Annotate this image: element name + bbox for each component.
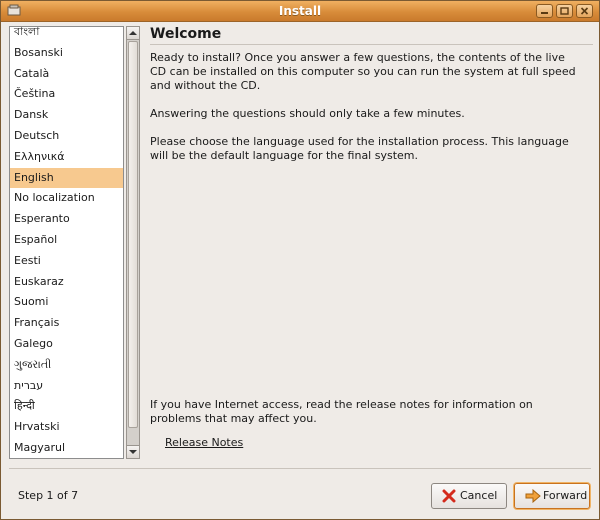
- language-item[interactable]: Català: [10, 64, 123, 85]
- language-item[interactable]: ગુજરાતી: [10, 355, 123, 376]
- forward-button[interactable]: Forward: [514, 483, 590, 509]
- maximize-icon: [560, 7, 569, 15]
- arrow-down-icon: [129, 450, 137, 454]
- close-button[interactable]: [576, 4, 593, 18]
- language-item[interactable]: Deutsch: [10, 126, 123, 147]
- language-item[interactable]: বাংলা: [10, 27, 123, 43]
- language-item[interactable]: Ελληνικά: [10, 147, 123, 168]
- language-item[interactable]: No localization: [10, 188, 123, 209]
- footer-divider: [9, 468, 591, 469]
- language-item[interactable]: Esperanto: [10, 209, 123, 230]
- language-item[interactable]: Français: [10, 313, 123, 334]
- close-icon: [580, 7, 589, 15]
- title-bar[interactable]: Install: [1, 1, 599, 22]
- arrow-up-icon: [129, 31, 137, 35]
- release-notes-link[interactable]: Release Notes: [165, 436, 243, 449]
- forward-arrow-icon: [525, 489, 541, 503]
- cancel-button[interactable]: Cancel: [431, 483, 507, 509]
- language-item[interactable]: Hrvatski: [10, 417, 123, 438]
- language-instruction-text: Please choose the language used for the …: [150, 135, 569, 162]
- forward-label: Forward: [543, 489, 588, 502]
- language-item[interactable]: Euskaraz: [10, 272, 123, 293]
- welcome-panel: Welcome Ready to install? Once you answe…: [141, 22, 593, 462]
- maximize-button[interactable]: [556, 4, 573, 18]
- step-indicator: Step 1 of 7: [18, 489, 79, 502]
- language-item[interactable]: Dansk: [10, 105, 123, 126]
- language-item[interactable]: Suomi: [10, 292, 123, 313]
- language-item[interactable]: हिन्दी: [10, 396, 123, 417]
- language-list-scrollbar[interactable]: [126, 26, 140, 459]
- language-item[interactable]: Galego: [10, 334, 123, 355]
- release-notes-text: If you have Internet access, read the re…: [150, 398, 533, 425]
- duration-text: Answering the questions should only take…: [150, 107, 465, 120]
- install-window: Install বাংলা Bosanski Català Čeština Dansk D…: [0, 0, 600, 520]
- minimize-button[interactable]: [536, 4, 553, 18]
- scroll-up-button[interactable]: [127, 27, 139, 40]
- window-title: Install: [278, 4, 322, 18]
- minimize-icon: [541, 12, 548, 14]
- cancel-icon: [442, 489, 456, 503]
- language-item[interactable]: Español: [10, 230, 123, 251]
- scrollbar-thumb[interactable]: [128, 41, 138, 428]
- cancel-label: Cancel: [460, 489, 498, 502]
- language-item[interactable]: Eesti: [10, 251, 123, 272]
- page-title: Welcome: [150, 26, 222, 42]
- language-item[interactable]: English: [10, 167, 123, 189]
- scroll-down-button[interactable]: [127, 445, 139, 458]
- intro-text: Ready to install? Once you answer a few …: [150, 51, 576, 92]
- language-list[interactable]: বাংলা Bosanski Català Čeština Dansk Deutsch Ελ…: [9, 26, 124, 459]
- language-item[interactable]: Čeština: [10, 84, 123, 105]
- heading-divider: [150, 44, 593, 45]
- language-item[interactable]: עברית: [10, 376, 123, 397]
- language-item[interactable]: Bosanski: [10, 43, 123, 64]
- language-item[interactable]: Magyarul: [10, 438, 123, 458]
